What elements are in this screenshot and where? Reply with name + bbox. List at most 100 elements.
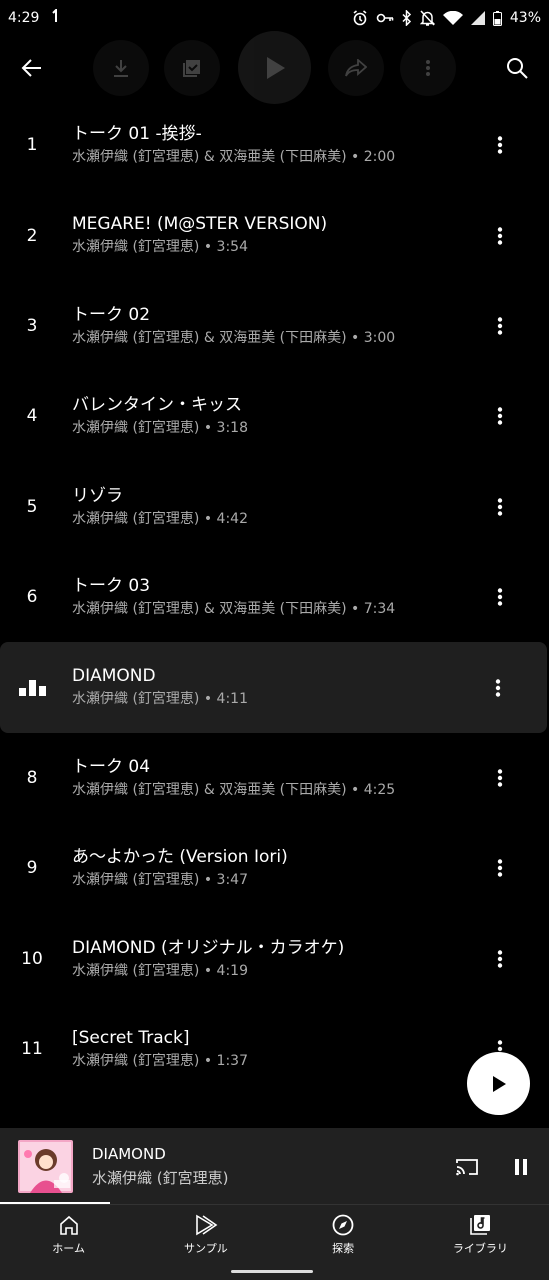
track-row[interactable]: DIAMOND 水瀬伊織 (釘宮理恵) • 4:11 — [0, 642, 547, 733]
track-title: あ～よかった (Version Iori) — [72, 847, 288, 868]
track-row[interactable]: 6 トーク 03 水瀬伊織 (釘宮理恵) & 双海亜美 (下田麻美) • 7:3… — [0, 552, 549, 642]
track-subtitle: 水瀬伊織 (釘宮理恵) & 双海亜美 (下田麻美) • 4:25 — [72, 781, 396, 798]
track-menu-button[interactable] — [487, 281, 513, 371]
more-vert-icon — [495, 678, 501, 697]
floating-play-button[interactable] — [467, 1052, 530, 1115]
track-number: 5 — [26, 496, 38, 517]
album-menu-button[interactable] — [400, 40, 456, 96]
track-menu-button[interactable] — [485, 642, 511, 732]
track-subtitle: 水瀬伊織 (釘宮理恵) • 3:54 — [72, 239, 248, 256]
track-subtitle: 水瀬伊織 (釘宮理恵) • 4:42 — [72, 510, 248, 527]
play-all-button[interactable] — [238, 31, 311, 104]
now-playing-artist: 水瀬伊織 (釘宮理恵) — [92, 1169, 229, 1187]
more-vert-icon — [426, 60, 430, 76]
nav-samples[interactable]: サンプル — [137, 1205, 274, 1280]
search-icon — [507, 58, 528, 79]
track-number — [0, 642, 64, 732]
play-icon — [492, 1075, 506, 1092]
track-row[interactable]: 1 トーク 01 -挨拶- 水瀬伊織 (釘宮理恵) & 双海亜美 (下田麻美) … — [0, 100, 549, 190]
track-menu-button[interactable] — [487, 552, 513, 642]
track-menu-button[interactable] — [487, 462, 513, 552]
track-row[interactable]: 8 トーク 04 水瀬伊織 (釘宮理恵) & 双海亜美 (下田麻美) • 4:2… — [0, 733, 549, 823]
track-row[interactable]: 3 トーク 02 水瀬伊織 (釘宮理恵) & 双海亜美 (下田麻美) • 3:0… — [0, 281, 549, 371]
now-playing-equalizer-icon — [18, 679, 46, 696]
back-button[interactable] — [14, 50, 50, 86]
album-art-thumbnail — [18, 1140, 73, 1193]
track-title: トーク 02 — [72, 304, 151, 325]
home-icon — [59, 1215, 78, 1235]
track-menu-button[interactable] — [487, 733, 513, 823]
track-row[interactable]: 4 バレンタイン・キッス 水瀬伊織 (釘宮理恵) • 3:18 — [0, 371, 549, 461]
track-number: 10 — [21, 948, 43, 969]
nav-library[interactable]: ライブラリ — [412, 1205, 549, 1280]
track-menu-button[interactable] — [487, 100, 513, 190]
track-menu-button[interactable] — [487, 914, 513, 1004]
track-menu-button[interactable] — [487, 190, 513, 280]
track-subtitle: 水瀬伊織 (釘宮理恵) • 4:19 — [72, 962, 248, 979]
track-row[interactable]: 9 あ～よかった (Version Iori) 水瀬伊織 (釘宮理恵) • 3:… — [0, 823, 549, 913]
track-title: バレンタイン・キッス — [72, 395, 242, 416]
track-menu-button[interactable] — [487, 371, 513, 461]
track-title: トーク 03 — [72, 575, 151, 596]
nav-label: ホーム — [52, 1242, 85, 1255]
more-vert-icon — [497, 407, 503, 426]
track-title: DIAMOND — [72, 666, 156, 687]
cast-button[interactable] — [452, 1152, 482, 1182]
more-vert-icon — [497, 859, 503, 878]
track-menu-button[interactable] — [487, 823, 513, 913]
track-subtitle: 水瀬伊織 (釘宮理恵) • 1:37 — [72, 1052, 248, 1069]
share-button[interactable] — [328, 40, 384, 96]
track-title: トーク 04 — [72, 756, 151, 777]
vpn-key-icon — [376, 12, 394, 24]
status-time: 4:29 — [8, 10, 40, 26]
mini-player[interactable]: DIAMOND 水瀬伊織 (釘宮理恵) — [0, 1128, 549, 1204]
track-title: MEGARE! (M@STER VERSION) — [72, 214, 328, 235]
samples-icon — [196, 1214, 218, 1236]
save-to-library-button[interactable] — [164, 40, 220, 96]
track-subtitle: 水瀬伊織 (釘宮理恵) & 双海亜美 (下田麻美) • 3:00 — [72, 329, 396, 346]
track-subtitle: 水瀬伊織 (釘宮理恵) • 3:18 — [72, 420, 248, 437]
more-vert-icon — [497, 226, 503, 245]
download-icon — [114, 60, 128, 77]
track-subtitle: 水瀬伊織 (釘宮理恵) & 双海亜美 (下田麻美) • 7:34 — [72, 600, 396, 617]
nav-label: サンプル — [184, 1242, 228, 1255]
track-row[interactable]: 2 MEGARE! (M@STER VERSION) 水瀬伊織 (釘宮理恵) •… — [0, 190, 549, 280]
nav-explore[interactable]: 探索 — [275, 1205, 412, 1280]
track-row[interactable]: 5 リゾラ 水瀬伊織 (釘宮理恵) • 4:42 — [0, 462, 549, 552]
track-title: DIAMOND (オリジナル・カラオケ) — [72, 937, 345, 958]
track-number: 1 — [26, 135, 38, 156]
collapsed-header-actions — [90, 31, 460, 104]
top-app-bar — [0, 31, 549, 104]
track-title: リゾラ — [72, 485, 123, 506]
gesture-handle — [231, 1270, 313, 1273]
alarm-icon — [352, 10, 368, 26]
now-playing-title: DIAMOND — [92, 1145, 166, 1163]
share-icon — [345, 59, 367, 77]
more-vert-icon — [497, 136, 503, 154]
bottom-navigation: ホーム サンプル 探索 ライブラリ — [0, 1204, 549, 1280]
cast-icon — [456, 1159, 478, 1176]
track-number: 9 — [26, 858, 38, 879]
track-title: トーク 01 -挨拶- — [72, 124, 202, 144]
track-row[interactable]: 10 DIAMOND (オリジナル・カラオケ) 水瀬伊織 (釘宮理恵) • 4:… — [0, 914, 549, 1004]
more-vert-icon — [497, 498, 503, 516]
search-button[interactable] — [499, 50, 535, 86]
track-number: 6 — [26, 587, 38, 608]
pause-button[interactable] — [506, 1152, 536, 1182]
track-subtitle: 水瀬伊織 (釘宮理恵) • 4:11 — [72, 691, 248, 708]
pause-icon — [515, 1159, 527, 1175]
battery-icon — [492, 10, 502, 26]
track-subtitle: 水瀬伊織 (釘宮理恵) & 双海亜美 (下田麻美) • 2:00 — [72, 149, 396, 165]
nav-home[interactable]: ホーム — [0, 1205, 137, 1280]
track-number: 11 — [21, 1039, 43, 1060]
more-vert-icon — [497, 769, 503, 787]
more-vert-icon — [497, 950, 503, 968]
library-icon — [470, 1215, 491, 1235]
track-list: 1 トーク 01 -挨拶- 水瀬伊織 (釘宮理恵) & 双海亜美 (下田麻美) … — [0, 100, 549, 1094]
library-add-check-icon — [183, 60, 200, 77]
cell-signal-icon — [470, 11, 485, 25]
download-button[interactable] — [93, 40, 149, 96]
nav-label: ライブラリ — [452, 1242, 508, 1255]
notifications-off-icon — [419, 10, 435, 26]
more-vert-icon — [497, 588, 503, 606]
